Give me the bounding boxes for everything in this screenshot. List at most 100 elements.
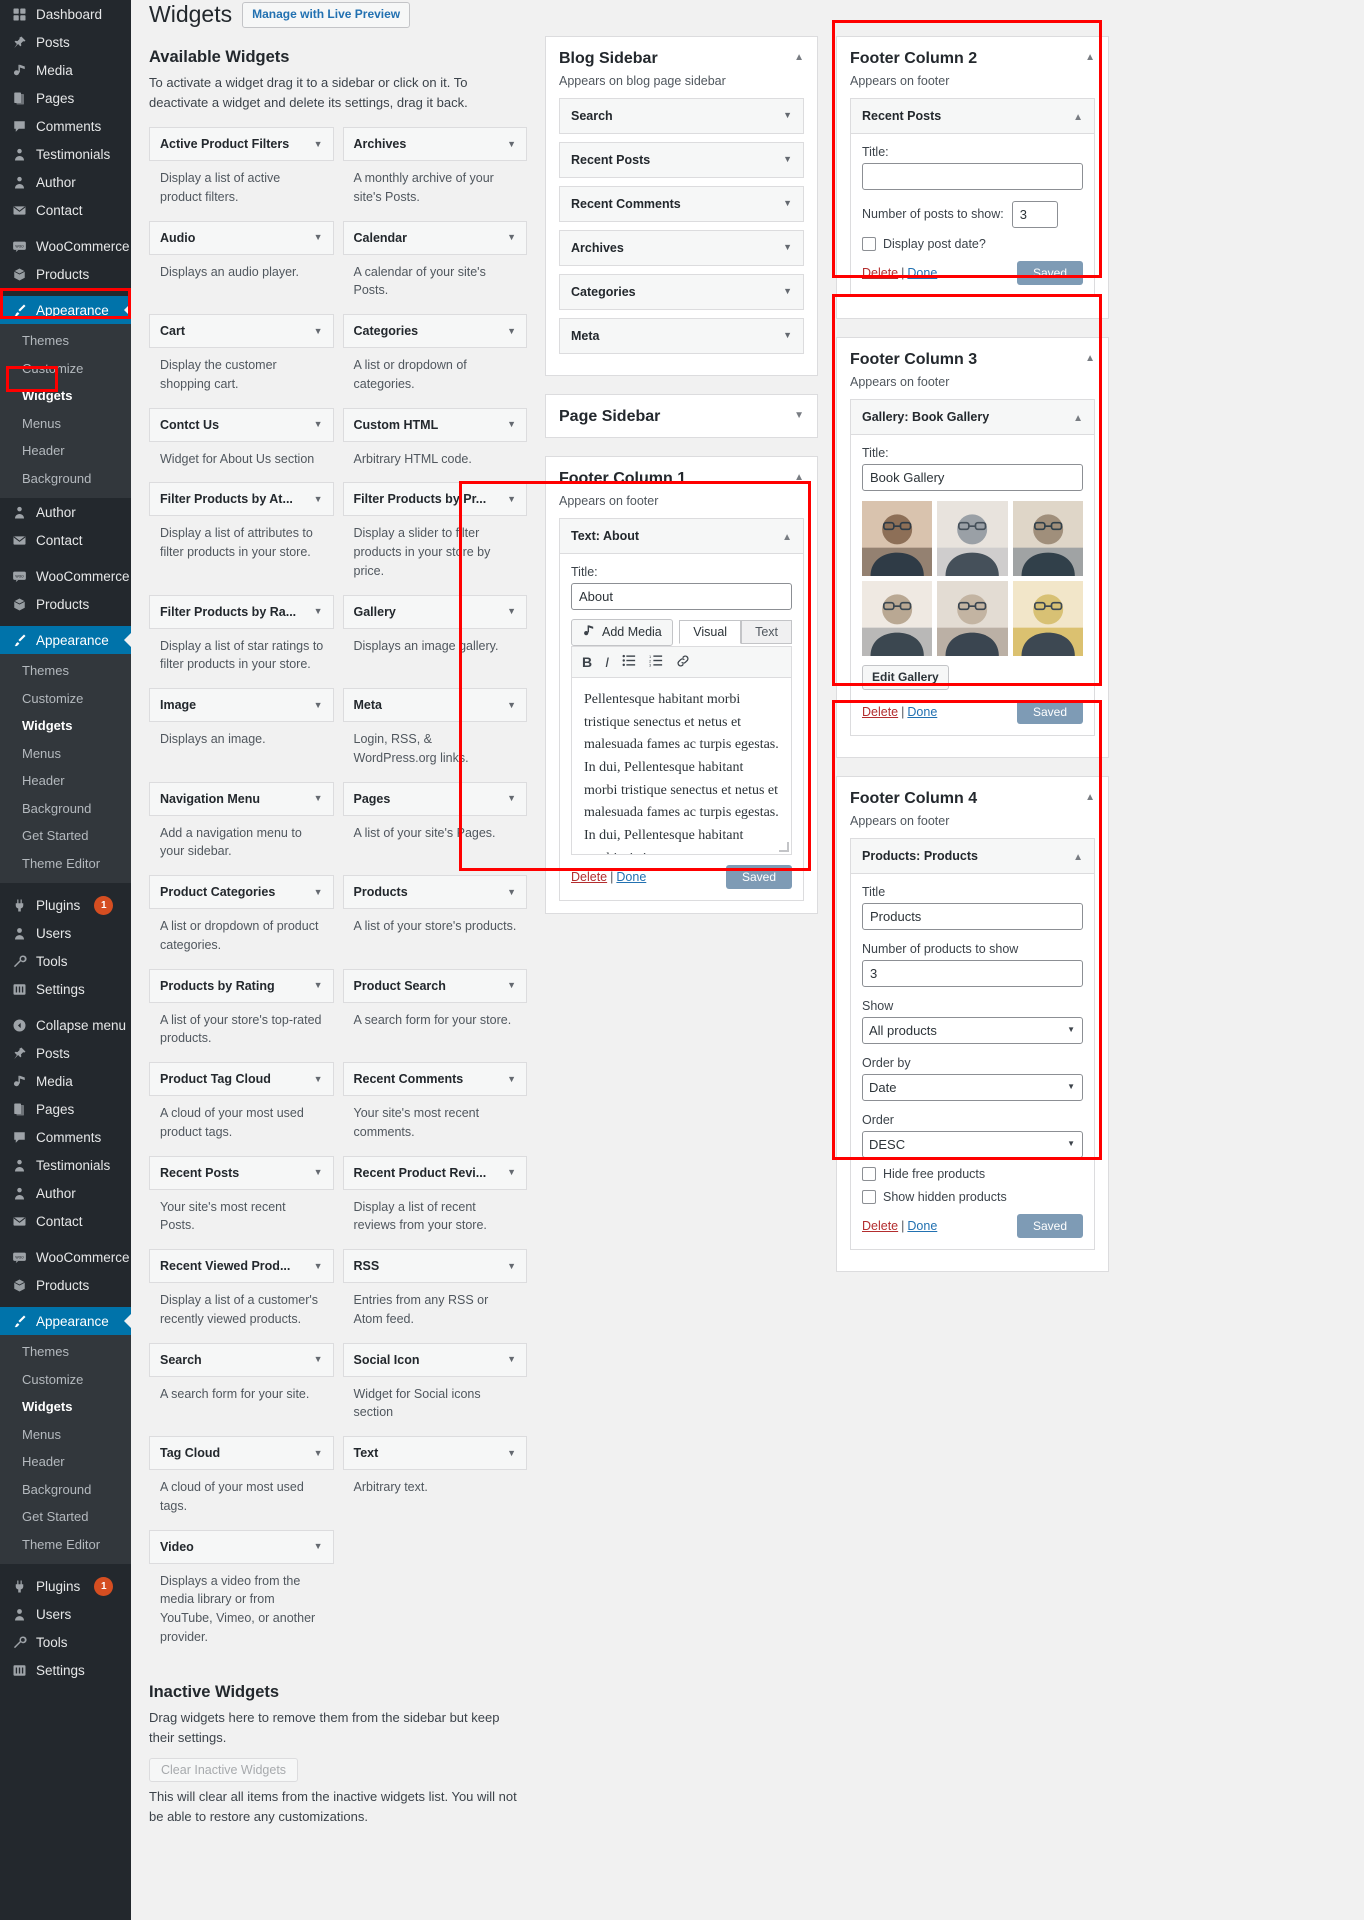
sidebar-item-appearance[interactable]: Appearance	[0, 1307, 131, 1335]
chevron-down-icon[interactable]: ▼	[783, 287, 792, 296]
chevron-down-icon[interactable]: ▼	[314, 794, 323, 803]
delete-link[interactable]: Delete	[862, 266, 898, 280]
done-link[interactable]: Done	[907, 1219, 937, 1233]
submenu-item-customize[interactable]: Customize	[0, 685, 131, 713]
sidebar-item-pages[interactable]: Pages	[0, 1095, 131, 1123]
footer-column-4-header[interactable]: Footer Column 4 Appears on footer ▲	[837, 777, 1108, 838]
italic-icon[interactable]: I	[605, 655, 609, 669]
recent-posts-title-input[interactable]	[862, 162, 1083, 190]
recent-posts-widget-header[interactable]: Recent Posts ▲	[851, 98, 1094, 134]
chevron-up-icon[interactable]: ▲	[794, 49, 804, 63]
widget-card-product-tag-cloud[interactable]: Product Tag Cloud ▼	[149, 1062, 334, 1097]
blog-widget-archives[interactable]: Archives ▼	[559, 229, 804, 266]
widget-card-filter-products-by-at[interactable]: Filter Products by At... ▼	[149, 482, 334, 517]
chevron-down-icon[interactable]: ▼	[507, 1074, 516, 1084]
blog-widget-search[interactable]: Search ▼	[559, 97, 804, 134]
tab-visual[interactable]: Visual	[679, 620, 742, 645]
sidebar-item-testimonials[interactable]: Testimonials	[0, 140, 131, 168]
blog-widget-recent-posts[interactable]: Recent Posts ▼	[559, 141, 804, 178]
chevron-down-icon[interactable]: ▼	[783, 111, 792, 120]
products-widget-header[interactable]: Products: Products ▲	[851, 839, 1094, 875]
show-hidden-products-row[interactable]: Show hidden products	[862, 1190, 1083, 1205]
widget-card-custom-html[interactable]: Custom HTML ▼	[342, 407, 527, 442]
widget-card-audio[interactable]: Audio ▼	[149, 220, 334, 255]
chevron-down-icon[interactable]: ▼	[314, 233, 323, 242]
delete-link[interactable]: Delete	[571, 870, 607, 884]
widget-card-social-icon[interactable]: Social Icon ▼	[342, 1342, 527, 1377]
saved-button[interactable]: Saved	[725, 864, 792, 889]
sidebar-item-author[interactable]: Author	[0, 1179, 131, 1207]
gallery-thumbnail[interactable]	[1012, 500, 1083, 576]
widget-card-active-product-filters[interactable]: Active Product Filters ▼	[149, 127, 334, 162]
submenu-item-themes[interactable]: Themes	[0, 657, 131, 685]
chevron-down-icon[interactable]: ▼	[314, 1168, 323, 1177]
submenu-item-widgets[interactable]: Widgets	[0, 712, 131, 740]
submenu-item-menus[interactable]: Menus	[0, 1421, 131, 1449]
widget-card-video[interactable]: Video ▼	[149, 1529, 334, 1564]
sidebar-item-plugins[interactable]: Plugins 1	[0, 891, 131, 919]
widget-card-navigation-menu[interactable]: Navigation Menu ▼	[149, 781, 334, 816]
widget-card-product-search[interactable]: Product Search ▼	[342, 968, 527, 1003]
sidebar-item-media[interactable]: Media	[0, 56, 131, 84]
chevron-down-icon[interactable]: ▼	[783, 243, 792, 252]
products-count-input[interactable]	[862, 960, 1083, 988]
show-hidden-products-checkbox[interactable]	[862, 1190, 876, 1205]
chevron-down-icon[interactable]: ▼	[507, 326, 516, 336]
sidebar-item-products[interactable]: Products	[0, 260, 131, 288]
submenu-item-header[interactable]: Header	[0, 437, 131, 465]
add-media-button[interactable]: Add Media	[571, 618, 673, 646]
widget-card-filter-products-by-ra[interactable]: Filter Products by Ra... ▼	[149, 594, 334, 629]
chevron-down-icon[interactable]: ▼	[314, 700, 323, 710]
chevron-down-icon[interactable]: ▼	[314, 1448, 323, 1458]
sidebar-item-woocommerce[interactable]: woo WooCommerce	[0, 562, 131, 590]
submenu-item-widgets[interactable]: Widgets	[0, 1393, 131, 1421]
sidebar-item-author[interactable]: Author	[0, 498, 131, 526]
submenu-item-background[interactable]: Background	[0, 1476, 131, 1504]
sidebar-item-plugins[interactable]: Plugins 1	[0, 1572, 131, 1600]
submenu-item-header[interactable]: Header	[0, 767, 131, 795]
sidebar-item-author[interactable]: Author	[0, 168, 131, 196]
chevron-down-icon[interactable]: ▼	[507, 420, 516, 429]
chevron-down-icon[interactable]: ▼	[507, 887, 516, 897]
submenu-item-themes[interactable]: Themes	[0, 1338, 131, 1366]
widget-card-recent-comments[interactable]: Recent Comments ▼	[342, 1062, 527, 1097]
chevron-up-icon[interactable]: ▲	[1085, 350, 1095, 364]
submenu-item-menus[interactable]: Menus	[0, 740, 131, 768]
chevron-up-icon[interactable]: ▲	[1085, 49, 1095, 63]
text-about-widget-header[interactable]: Text: About ▲	[560, 518, 803, 554]
chevron-down-icon[interactable]: ▼	[314, 420, 323, 429]
sidebar-item-users[interactable]: Users	[0, 1600, 131, 1628]
submenu-item-theme-editor[interactable]: Theme Editor	[0, 850, 131, 878]
gallery-thumbnail[interactable]	[862, 500, 933, 576]
bold-icon[interactable]: B	[582, 655, 592, 669]
widget-card-products-by-rating[interactable]: Products by Rating ▼	[149, 968, 334, 1003]
chevron-down-icon[interactable]: ▼	[507, 1355, 516, 1364]
widget-card-categories[interactable]: Categories ▼	[342, 314, 527, 349]
sidebar-item-contact[interactable]: Contact	[0, 196, 131, 224]
sidebar-item-collapse-menu[interactable]: Collapse menu	[0, 1011, 131, 1039]
chevron-up-icon[interactable]: ▲	[1073, 849, 1083, 863]
chevron-down-icon[interactable]: ▼	[507, 233, 516, 242]
widget-card-products[interactable]: Products ▼	[342, 875, 527, 910]
sidebar-item-tools[interactable]: Tools	[0, 947, 131, 975]
sidebar-item-woocommerce[interactable]: woo WooCommerce	[0, 1243, 131, 1271]
products-order-select[interactable]: DESC	[862, 1131, 1083, 1159]
footer-column-3-header[interactable]: Footer Column 3 Appears on footer ▲	[837, 338, 1108, 399]
display-post-date-row[interactable]: Display post date?	[862, 236, 1083, 251]
widget-card-cart[interactable]: Cart ▼	[149, 314, 334, 349]
widget-card-tag-cloud[interactable]: Tag Cloud ▼	[149, 1436, 334, 1471]
tab-text[interactable]: Text	[741, 620, 792, 645]
chevron-down-icon[interactable]: ▼	[507, 1261, 516, 1271]
widget-card-filter-products-by-pr[interactable]: Filter Products by Pr... ▼	[342, 482, 527, 517]
sidebar-item-pages[interactable]: Pages	[0, 84, 131, 112]
widget-card-archives[interactable]: Archives ▼	[342, 127, 527, 162]
text-widget-content[interactable]: Pellentesque habitant morbi tristique se…	[571, 676, 792, 855]
saved-button[interactable]: Saved	[1016, 1214, 1083, 1239]
chevron-up-icon[interactable]: ▲	[1085, 789, 1095, 803]
sidebar-item-users[interactable]: Users	[0, 919, 131, 947]
chevron-down-icon[interactable]: ▼	[507, 981, 516, 990]
saved-button[interactable]: Saved	[1016, 700, 1083, 725]
chevron-down-icon[interactable]: ▼	[314, 1355, 323, 1364]
chevron-down-icon[interactable]: ▼	[794, 407, 804, 421]
chevron-down-icon[interactable]: ▼	[507, 794, 516, 803]
